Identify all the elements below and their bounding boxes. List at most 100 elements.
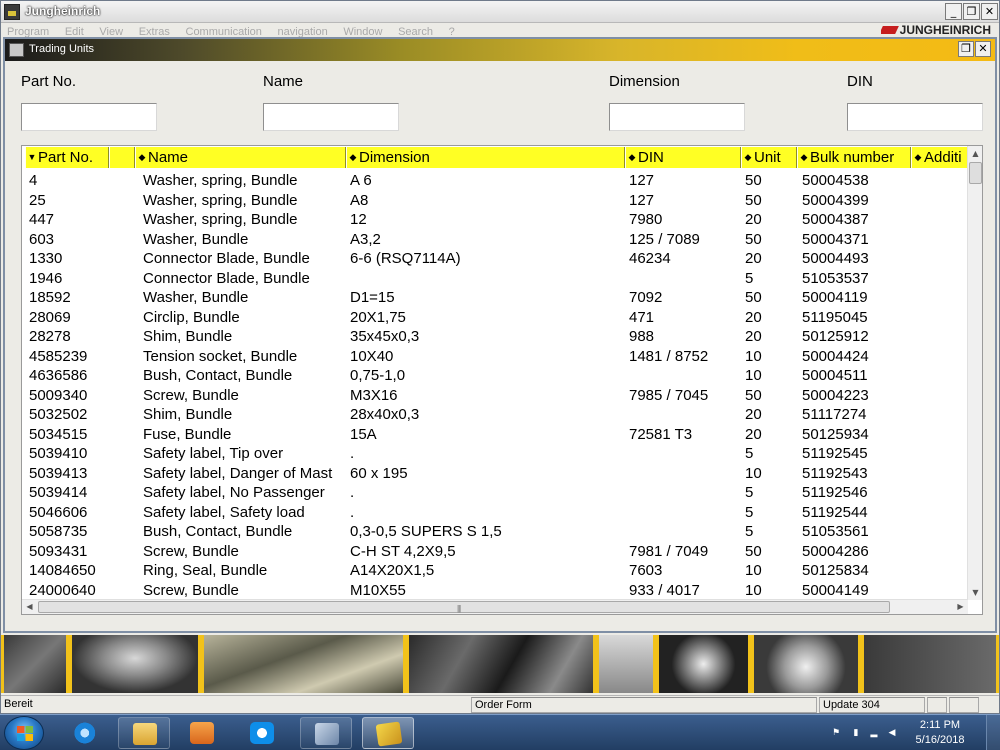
table-row[interactable]: 1946 Connector Blade, Bundle 5 51053537: [22, 269, 968, 289]
scroll-up-icon[interactable]: ▲: [968, 146, 982, 161]
signal-icon[interactable]: ▂: [868, 727, 880, 739]
column-header-unit[interactable]: ◆ Unit: [741, 147, 797, 168]
menu-communication[interactable]: Communication: [186, 26, 262, 37]
cell-name: Safety label, Safety load: [143, 503, 305, 521]
column-header-din[interactable]: ◆ DIN: [625, 147, 741, 168]
scroll-right-icon[interactable]: ▶: [953, 600, 968, 614]
table-row[interactable]: 5009340 Screw, Bundle M3X16 7985 / 7045 50 50…: [22, 386, 968, 406]
taskbar-clock[interactable]: 2:11 PM 5/16/2018: [910, 718, 970, 748]
vertical-scrollbar[interactable]: ▲ ▼: [967, 146, 982, 600]
part-no-filter-input[interactable]: [21, 103, 157, 131]
table-row[interactable]: 5032502 Shim, Bundle 28x40x0,3 20 51117274: [22, 405, 968, 425]
menu-window[interactable]: Window: [343, 26, 382, 37]
table-row[interactable]: 1330 Connector Blade, Bundle 6-6 (RSQ7114A…: [22, 249, 968, 269]
table-row[interactable]: 5039413 Safety label, Danger of Mast 60 x …: [22, 464, 968, 484]
trading-units-restore-button[interactable]: ❐: [958, 41, 974, 57]
volume-icon[interactable]: ◀: [886, 727, 898, 739]
taskbar-network-app[interactable]: [300, 717, 352, 749]
menu-view[interactable]: View: [99, 26, 123, 37]
menu-edit[interactable]: Edit: [65, 26, 84, 37]
cell-part-no: 28278: [29, 328, 71, 345]
cell-name: Screw, Bundle: [143, 542, 239, 560]
notification-flag-icon[interactable]: ⚑: [830, 727, 842, 739]
taskbar-file-explorer[interactable]: [118, 717, 170, 749]
app-title-bar[interactable]: Jungheinrich _ ❐ ✕: [1, 1, 999, 23]
table-row[interactable]: 24000640 Screw, Bundle M10X55 933 / 4017 10 5…: [22, 581, 968, 600]
cell-din: 127: [629, 191, 655, 209]
cell-bulk-number: 50004387: [802, 211, 869, 228]
dimension-filter-input[interactable]: [609, 103, 745, 131]
trading-units-title-bar[interactable]: Trading Units ❐ ✕: [5, 39, 995, 61]
banner-image: [861, 635, 999, 693]
cell-unit: 50: [745, 542, 762, 560]
app-icon[interactable]: [4, 4, 20, 20]
horizontal-scrollbar[interactable]: ◀ ||| ▶: [22, 599, 968, 614]
table-row[interactable]: 5039410 Safety label, Tip over. 5 51192545: [22, 444, 968, 464]
column-header-dimension[interactable]: ◆ Dimension: [346, 147, 625, 168]
trading-units-close-button[interactable]: ✕: [975, 41, 991, 57]
table-row[interactable]: 18592 Washer, Bundle D1=15 7092 50 50004119: [22, 288, 968, 308]
scroll-left-icon[interactable]: ◀: [22, 600, 37, 614]
table-row[interactable]: 5046606 Safety label, Safety load. 5 511925…: [22, 503, 968, 523]
din-filter-input[interactable]: [847, 103, 983, 131]
taskbar-internet-explorer[interactable]: [60, 717, 112, 749]
cell-dimension: A14X20X1,5: [350, 562, 435, 579]
cell-part-no: 4585239: [29, 347, 88, 365]
taskbar-media-player[interactable]: [176, 717, 228, 749]
cell-dimension: 15A: [350, 425, 377, 443]
table-row[interactable]: 28069 Circlip, Bundle 20X1,75 471 20 51195045: [22, 308, 968, 328]
menu-extras[interactable]: Extras: [139, 26, 170, 37]
cell-bulk-number: 51192543: [802, 464, 868, 482]
scroll-down-icon[interactable]: ▼: [968, 585, 982, 600]
cell-dimension: 35x45x0,3: [350, 328, 420, 345]
cell-part-no: 18592: [29, 289, 71, 306]
menu-help[interactable]: ?: [449, 26, 455, 37]
brand-logo-text: JUNGHEINRICH: [899, 23, 991, 35]
application-window: Jungheinrich _ ❐ ✕ Program Edit View Ext…: [0, 0, 1000, 714]
table-row[interactable]: 25 Washer, spring, Bundle A8 127 50 50004399: [22, 191, 968, 211]
column-header-name[interactable]: ◆ Name: [135, 147, 346, 168]
cell-name: Fuse, Bundle: [143, 425, 232, 443]
column-header-bulk-number[interactable]: ◆ Bulk number: [797, 147, 911, 168]
table-row[interactable]: 447 Washer, spring, Bundle 12 7980 20 5000438…: [22, 210, 968, 230]
app-restore-button[interactable]: ❐: [963, 3, 980, 20]
table-row[interactable]: 603 Washer, Bundle A3,2 125 / 7089 50 5000437…: [22, 230, 968, 250]
taskbar-teamviewer[interactable]: [236, 717, 288, 749]
table-row[interactable]: 5039414 Safety label, No Passenger. 5 51192…: [22, 483, 968, 503]
table-row[interactable]: 4 Washer, spring, Bundle A 6 127 50 50004538: [22, 171, 968, 191]
name-filter-input[interactable]: [263, 103, 399, 131]
dimension-filter-label: Dimension: [609, 73, 680, 90]
sort-icon: ◆: [349, 152, 357, 162]
cell-bulk-number: 50004424: [802, 347, 869, 365]
menu-navigation[interactable]: navigation: [278, 26, 328, 37]
table-row[interactable]: 4636586 Bush, Contact, Bundle 0,75-1,0 10 50…: [22, 366, 968, 386]
trading-units-grid: ▼ Part No. ◆ Name ◆ Dimension ◆ DIN ◆ Unit: [21, 145, 983, 615]
table-row[interactable]: 14084650 Ring, Seal, Bundle A14X20X1,5 7603…: [22, 561, 968, 581]
horizontal-scroll-thumb[interactable]: |||: [38, 601, 890, 613]
menu-program[interactable]: Program: [7, 26, 49, 37]
cell-dimension: .: [350, 503, 355, 521]
table-row[interactable]: 5058735 Bush, Contact, Bundle 0,3-0,5 SUPE…: [22, 522, 968, 542]
show-desktop-button[interactable]: [986, 715, 1000, 750]
sort-icon: ◆: [914, 152, 922, 162]
cell-din: 471: [629, 308, 655, 326]
table-row[interactable]: 28278 Shim, Bundle 35x45x0,3 988 20 50125912: [22, 327, 968, 347]
table-row[interactable]: 5093431 Screw, Bundle C-H ST 4,2X9,5 7981 /…: [22, 542, 968, 562]
table-row[interactable]: 5034515 Fuse, Bundle 15A 72581 T3 20 50125934: [22, 425, 968, 445]
cell-dimension: .: [350, 445, 355, 462]
taskbar-jet-app[interactable]: [362, 717, 414, 749]
column-header-image[interactable]: [109, 147, 135, 168]
status-order-form: Order Form: [471, 697, 817, 713]
column-header-additional[interactable]: ◆ Additi: [911, 147, 968, 168]
trading-units-window-icon[interactable]: [9, 43, 24, 57]
power-icon[interactable]: ▮: [850, 727, 862, 739]
menu-search[interactable]: Search: [398, 26, 433, 37]
app-close-button[interactable]: ✕: [981, 3, 998, 20]
cell-name: Tension socket, Bundle: [143, 347, 298, 365]
start-button[interactable]: [4, 716, 44, 750]
vertical-scroll-thumb[interactable]: [969, 162, 982, 184]
menu-bar: Program Edit View Extras Communication n…: [1, 23, 999, 37]
app-minimize-button[interactable]: _: [945, 3, 962, 20]
table-row[interactable]: 4585239 Tension socket, Bundle 10X40 1481 /…: [22, 347, 968, 367]
column-header-part-no[interactable]: ▼ Part No.: [25, 147, 109, 168]
